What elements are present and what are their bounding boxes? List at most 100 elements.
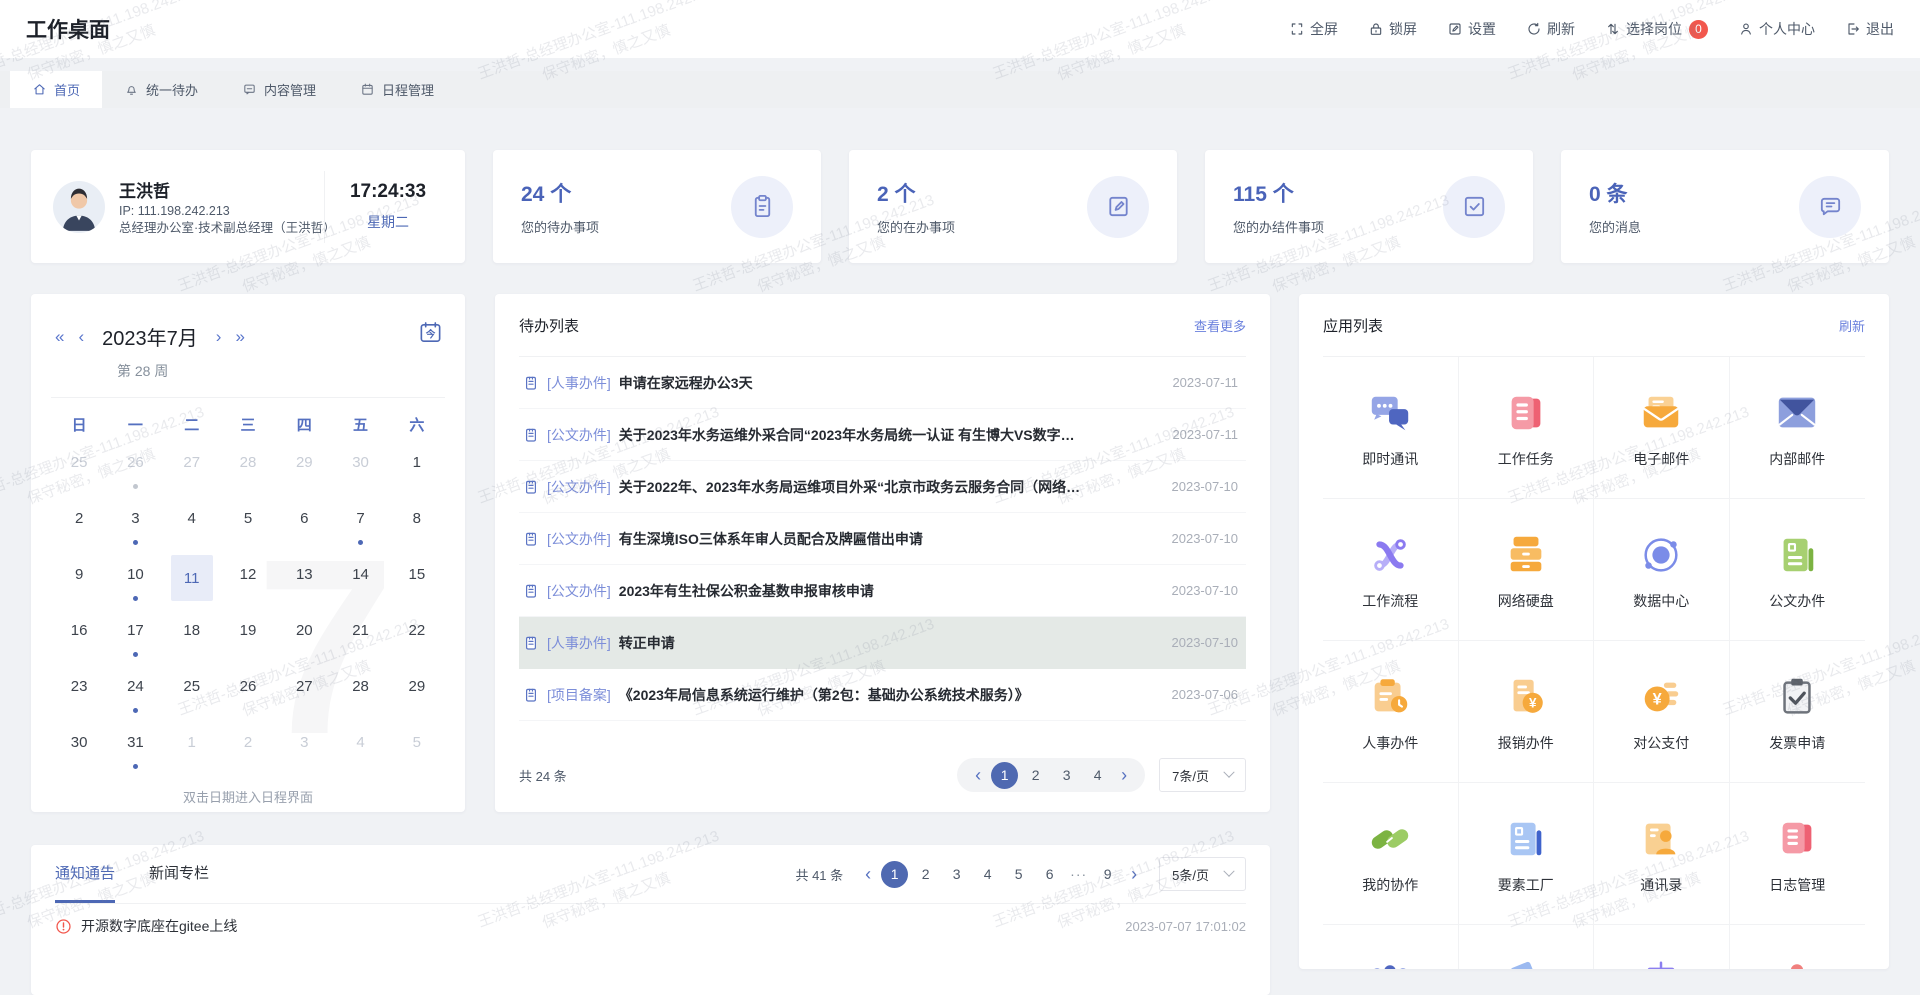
calendar-day[interactable]: 12: [220, 555, 276, 611]
app-instant-messaging[interactable]: 即时通讯: [1323, 357, 1459, 499]
next-page-button[interactable]: ›: [1125, 865, 1143, 883]
calendar-day[interactable]: 31: [107, 723, 163, 779]
calendar-today-icon[interactable]: 今: [418, 320, 443, 345]
app-reimbursement[interactable]: ¥ 报销办件: [1459, 641, 1595, 783]
calendar-day[interactable]: 1: [164, 723, 220, 779]
app-network-disk[interactable]: 网络硬盘: [1459, 499, 1595, 641]
header-action-select-position[interactable]: 选择岗位0: [1605, 19, 1708, 39]
calendar-day[interactable]: 3: [107, 499, 163, 555]
calendar-day[interactable]: 4: [332, 723, 388, 779]
calendar-day[interactable]: 4: [164, 499, 220, 555]
page-button-2[interactable]: 2: [1022, 762, 1049, 789]
header-action-fullscreen[interactable]: 全屏: [1289, 19, 1338, 39]
calendar-day[interactable]: 1: [389, 443, 445, 499]
notice-tab-0[interactable]: 通知通告: [55, 845, 115, 903]
calendar-hint[interactable]: 双击日期进入日程界面: [51, 787, 445, 806]
next-year-button[interactable]: »: [235, 328, 244, 345]
page-button-5[interactable]: 5: [1005, 861, 1032, 888]
calendar-day[interactable]: 24: [107, 667, 163, 723]
calendar-day[interactable]: 2: [220, 723, 276, 779]
page-button-6[interactable]: 6: [1036, 861, 1063, 888]
header-action-lock-screen[interactable]: 锁屏: [1368, 19, 1417, 39]
todo-item[interactable]: [人事办件] 转正申请 2023-07-10: [519, 617, 1246, 669]
header-action-refresh[interactable]: 刷新: [1526, 19, 1575, 39]
app-email[interactable]: 电子邮件: [1594, 357, 1730, 499]
view-more-link[interactable]: 查看更多: [1194, 316, 1246, 335]
prev-month-button[interactable]: ‹: [78, 328, 84, 345]
todo-item[interactable]: [公文办件] 关于2023年水务运维外采合同“2023年水务局统一认证 有生博大…: [519, 409, 1246, 461]
todo-item[interactable]: [公文办件] 有生深境ISO三体系年审人员配合及牌匾借出申请 2023-07-1…: [519, 513, 1246, 565]
calendar-day[interactable]: 17: [107, 611, 163, 667]
header-action-settings[interactable]: 设置: [1447, 19, 1496, 39]
calendar-day[interactable]: 10: [107, 555, 163, 611]
calendar-day[interactable]: 25: [51, 443, 107, 499]
page-button-4[interactable]: 4: [974, 861, 1001, 888]
calendar-day[interactable]: 26: [107, 443, 163, 499]
calendar-day[interactable]: 30: [332, 443, 388, 499]
prev-page-button[interactable]: ‹: [859, 865, 877, 883]
calendar-day[interactable]: 13: [276, 555, 332, 611]
page-size-select[interactable]: 5条/页: [1159, 857, 1246, 891]
app-internal-mail[interactable]: 内部邮件: [1730, 357, 1866, 499]
page-button-9[interactable]: 9: [1094, 861, 1121, 888]
calendar-day[interactable]: 22: [389, 611, 445, 667]
page-button-2[interactable]: 2: [912, 861, 939, 888]
calendar-day[interactable]: 23: [51, 667, 107, 723]
app-factor-factory[interactable]: 要素工厂: [1459, 783, 1595, 925]
calendar-day[interactable]: 5: [389, 723, 445, 779]
calendar-day[interactable]: 8: [389, 499, 445, 555]
todo-item[interactable]: [人事办件] 申请在家远程办公3天 2023-07-11: [519, 357, 1246, 409]
app-data-center[interactable]: 数据中心: [1594, 499, 1730, 641]
tab-schedule-mgmt[interactable]: 日程管理: [338, 71, 456, 108]
prev-year-button[interactable]: «: [55, 328, 64, 345]
app-refresh-link[interactable]: 刷新: [1839, 316, 1865, 335]
calendar-day[interactable]: 2: [51, 499, 107, 555]
calendar-day[interactable]: 25: [164, 667, 220, 723]
calendar-day[interactable]: 20: [276, 611, 332, 667]
calendar-day[interactable]: 29: [389, 667, 445, 723]
app-receipt[interactable]: [1459, 925, 1595, 969]
page-size-select[interactable]: 7条/页: [1159, 758, 1246, 792]
calendar-day[interactable]: 21: [332, 611, 388, 667]
todo-item[interactable]: [项目备案] 《2023年局信息系统运行维护（第2包：基础办公系统技术服务）》 …: [519, 669, 1246, 721]
calendar-day[interactable]: 19: [220, 611, 276, 667]
calendar-day[interactable]: 6: [276, 499, 332, 555]
tab-unified-todo[interactable]: 统一待办: [102, 71, 220, 108]
calendar-day[interactable]: 29: [276, 443, 332, 499]
prev-page-button[interactable]: ‹: [969, 766, 987, 784]
app-hr-affairs[interactable]: 人事办件: [1323, 641, 1459, 783]
app-workflow[interactable]: 工作流程: [1323, 499, 1459, 641]
app-board[interactable]: [1594, 925, 1730, 969]
calendar-day[interactable]: 28: [332, 667, 388, 723]
tab-content-mgmt[interactable]: 内容管理: [220, 71, 338, 108]
page-button-4[interactable]: 4: [1084, 762, 1111, 789]
app-official-doc[interactable]: 公文办件: [1730, 499, 1866, 641]
calendar-day[interactable]: 7: [332, 499, 388, 555]
calendar-day[interactable]: 11: [164, 555, 220, 611]
app-org-people[interactable]: [1323, 925, 1459, 969]
calendar-day[interactable]: 18: [164, 611, 220, 667]
app-contacts[interactable]: 通讯录: [1594, 783, 1730, 925]
calendar-day[interactable]: 27: [276, 667, 332, 723]
todo-item[interactable]: [公文办件] 关于2022年、2023年水务局运维项目外采“北京市政务云服务合同…: [519, 461, 1246, 513]
app-invoice-apply[interactable]: 发票申请: [1730, 641, 1866, 783]
next-month-button[interactable]: ›: [216, 328, 222, 345]
calendar-day[interactable]: 15: [389, 555, 445, 611]
calendar-day[interactable]: 3: [276, 723, 332, 779]
page-button-3[interactable]: 3: [943, 861, 970, 888]
calendar-day[interactable]: 28: [220, 443, 276, 499]
calendar-day[interactable]: 27: [164, 443, 220, 499]
app-corporate-pay[interactable]: ¥ 对公支付: [1594, 641, 1730, 783]
notice-item[interactable]: 开源数字底座在gitee上线 2023-07-07 17:01:02: [55, 904, 1246, 948]
calendar-day[interactable]: 9: [51, 555, 107, 611]
calendar-day[interactable]: 5: [220, 499, 276, 555]
todo-item[interactable]: [公文办件] 2023年有生社保公积金基数申报审核申请 2023-07-10: [519, 565, 1246, 617]
calendar-day[interactable]: 30: [51, 723, 107, 779]
header-action-profile[interactable]: 个人中心: [1738, 19, 1815, 39]
page-button-1[interactable]: 1: [881, 861, 908, 888]
app-my-collaboration[interactable]: 我的协作: [1323, 783, 1459, 925]
app-seal[interactable]: [1730, 925, 1866, 969]
calendar-day[interactable]: 16: [51, 611, 107, 667]
app-journal-mgmt[interactable]: 日志管理: [1730, 783, 1866, 925]
next-page-button[interactable]: ›: [1115, 766, 1133, 784]
